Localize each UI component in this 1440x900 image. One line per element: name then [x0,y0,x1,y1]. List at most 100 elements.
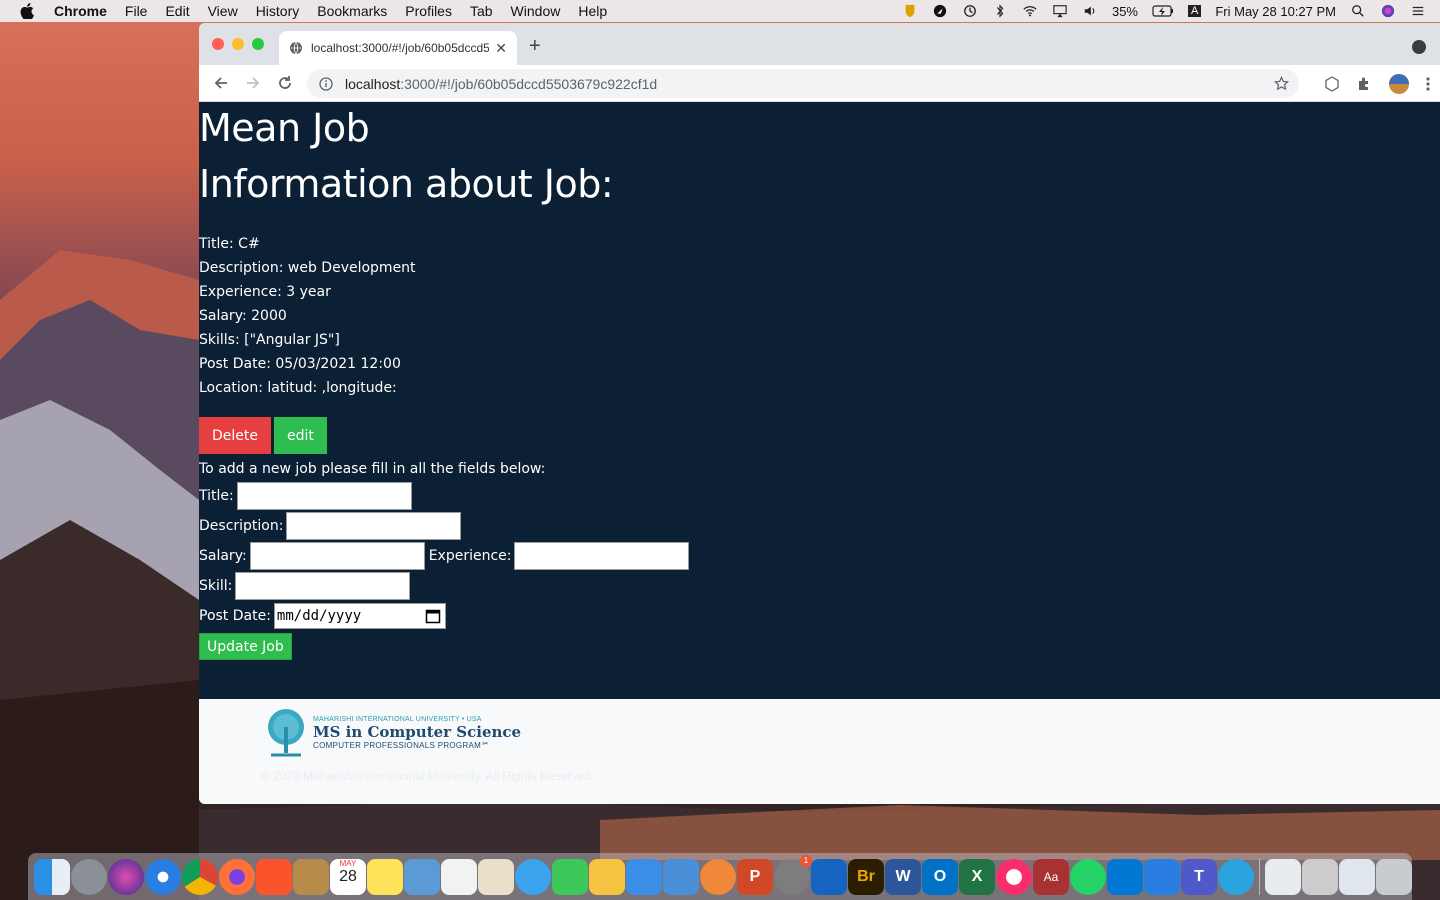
extension-cube-icon[interactable] [1324,76,1340,92]
downloads-folder-icon[interactable] [1339,858,1375,895]
time-machine-icon[interactable] [962,4,978,18]
tab-search-icon[interactable] [1412,40,1426,54]
menu-window[interactable]: Window [511,3,561,19]
url-path: :3000/#!/job/60b05dccd5503679c922cf1d [400,75,658,92]
finder-icon[interactable] [34,858,70,895]
safari-icon[interactable] [145,858,181,895]
active-tab[interactable]: localhost:3000/#!/job/60b05dccd5503679c9… [279,31,517,65]
browser-window: localhost:3000/#!/job/60b05dccd5503679c9… [199,23,1440,804]
macos-menu-bar: Chrome File Edit View History Bookmarks … [0,0,1440,22]
preview-icon[interactable] [404,858,440,895]
photos-preview-icon[interactable] [478,858,514,895]
contacts-icon[interactable] [293,858,329,895]
reminders-icon[interactable] [441,858,477,895]
site-info-icon[interactable] [319,76,333,91]
address-bar[interactable]: localhost:3000/#!/job/60b05dccd5503679c9… [307,69,1299,98]
input-source-indicator[interactable]: A [1188,5,1202,17]
recent-document-icon[interactable] [1265,858,1301,895]
calendar-app-icon[interactable]: MAY 28 [330,858,366,895]
launchpad-icon[interactable] [71,858,107,895]
menu-profiles[interactable]: Profiles [405,3,452,19]
transmit-icon[interactable] [1144,858,1180,895]
pages-icon[interactable] [589,858,625,895]
volume-icon[interactable] [1082,4,1098,18]
powerpoint-icon[interactable]: P [737,858,773,895]
menu-view[interactable]: View [208,3,238,19]
system-preferences-icon[interactable]: 1 [774,854,812,895]
extensions-puzzle-icon[interactable] [1356,76,1372,92]
shield-extension-icon[interactable] [902,4,918,18]
notification-center-icon[interactable] [1410,4,1426,18]
globe-icon [290,41,302,55]
wifi-icon[interactable] [1022,4,1038,18]
dictionary-icon[interactable]: Aa [1033,858,1069,895]
navigation-icon[interactable] [932,4,948,18]
menu-help[interactable]: Help [578,3,607,19]
delete-button[interactable]: Delete [199,417,271,454]
chrome-icon[interactable] [182,858,218,895]
notes-icon[interactable] [367,858,403,895]
tab-close-icon[interactable]: ✕ [495,40,507,57]
chrome-menu-icon[interactable] [1426,76,1430,92]
menu-bookmarks[interactable]: Bookmarks [317,3,387,19]
books-icon[interactable] [700,858,736,895]
recent-screenshot-icon[interactable] [1302,858,1338,895]
menu-history[interactable]: History [256,3,300,19]
job-post-date-line: Post Date: 05/03/2021 12:00 [199,356,401,372]
adobe-bridge-icon[interactable]: Br [848,858,884,895]
menu-file[interactable]: File [125,3,148,19]
description-input[interactable] [286,512,462,540]
airplay-icon[interactable] [1052,4,1068,18]
minimize-window-button[interactable] [232,38,244,50]
profile-avatar[interactable] [1388,73,1410,95]
menu-tab[interactable]: Tab [470,3,493,19]
calendar-app-month: MAY [339,858,357,868]
bluetooth-icon[interactable] [992,4,1008,18]
siri-icon[interactable] [1380,4,1396,18]
facetime-icon[interactable] [552,858,588,895]
malwarebytes-icon[interactable] [811,858,847,895]
bookmark-star-icon[interactable] [1274,76,1289,91]
zoom-window-button[interactable] [252,38,264,50]
trash-icon[interactable] [1376,858,1412,895]
vscode-icon[interactable] [1107,858,1143,895]
copyright-text: © 2020 Maharishi International Universit… [261,769,595,783]
apple-icon[interactable] [20,3,34,19]
browser-toolbar: localhost:3000/#!/job/60b05dccd5503679c9… [199,65,1440,102]
close-window-button[interactable] [212,38,224,50]
siri-dock-icon[interactable] [108,858,144,895]
whatsapp-icon[interactable] [1070,858,1106,895]
telegram-icon[interactable] [1218,858,1254,895]
outlook-icon[interactable]: O [922,858,958,895]
salary-experience-row: Salary: Experience: [199,541,1440,571]
salary-input[interactable] [249,542,425,570]
keynote-icon[interactable] [663,858,699,895]
forward-arrow-icon[interactable] [245,75,261,91]
messages-icon[interactable] [515,858,551,895]
music-icon[interactable] [996,858,1032,895]
menu-bar-clock[interactable]: Fri May 28 10:27 PM [1215,4,1336,19]
menu-app-name[interactable]: Chrome [54,3,107,19]
menu-edit[interactable]: Edit [165,3,189,19]
title-input[interactable] [236,482,412,510]
post-date-input[interactable]: mm/dd/yyyy [273,603,446,629]
spotlight-search-icon[interactable] [1350,4,1366,18]
window-controls [212,38,264,50]
experience-input[interactable] [514,542,690,570]
calendar-icon[interactable] [425,608,441,624]
teams-icon[interactable]: T [1181,858,1217,895]
word-icon[interactable]: W [885,858,921,895]
update-job-button[interactable]: Update Job [199,633,292,660]
excel-icon[interactable]: X [959,858,995,895]
firefox-icon[interactable] [219,858,255,895]
edit-button[interactable]: edit [274,417,327,454]
numbers-icon[interactable] [626,858,662,895]
new-tab-button[interactable]: + [529,35,541,58]
back-arrow-icon[interactable] [213,75,229,91]
battery-charging-icon[interactable] [1152,4,1174,18]
toolbar-actions [1324,73,1430,95]
reload-icon[interactable] [277,75,293,91]
skill-input[interactable] [235,572,411,600]
brave-icon[interactable] [256,858,292,895]
menu-bar-status-area: 35% A Fri May 28 10:27 PM [902,0,1426,22]
